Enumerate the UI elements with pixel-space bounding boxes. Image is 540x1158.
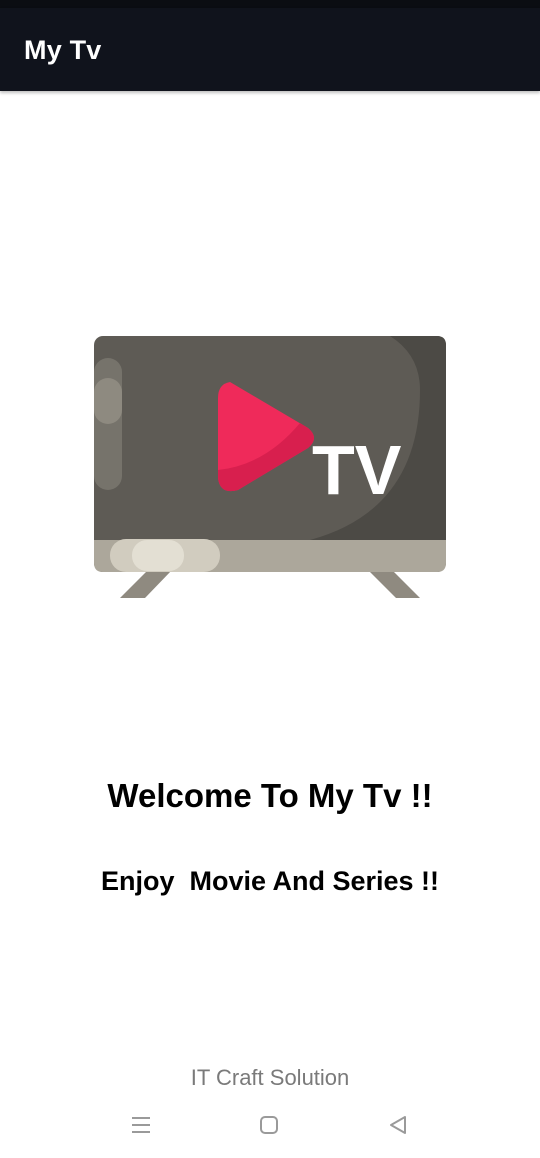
app-bar: My Tv: [0, 8, 540, 91]
back-icon[interactable]: [378, 1110, 418, 1140]
tv-logo-icon: TV: [94, 336, 446, 598]
system-nav-bar: [0, 1100, 540, 1158]
tagline: Enjoy Movie And Series !!: [100, 866, 440, 896]
footer-credit: IT Craft Solution: [190, 1065, 350, 1090]
app-title: My Tv: [24, 35, 102, 65]
home-icon[interactable]: [249, 1110, 289, 1140]
status-bar: [0, 0, 540, 8]
tv-logo-text: TV: [312, 431, 402, 509]
welcome-heading: Welcome To My Tv !!: [107, 777, 433, 814]
tv-illustration: TV: [90, 330, 450, 602]
menu-icon[interactable]: [121, 1110, 161, 1140]
